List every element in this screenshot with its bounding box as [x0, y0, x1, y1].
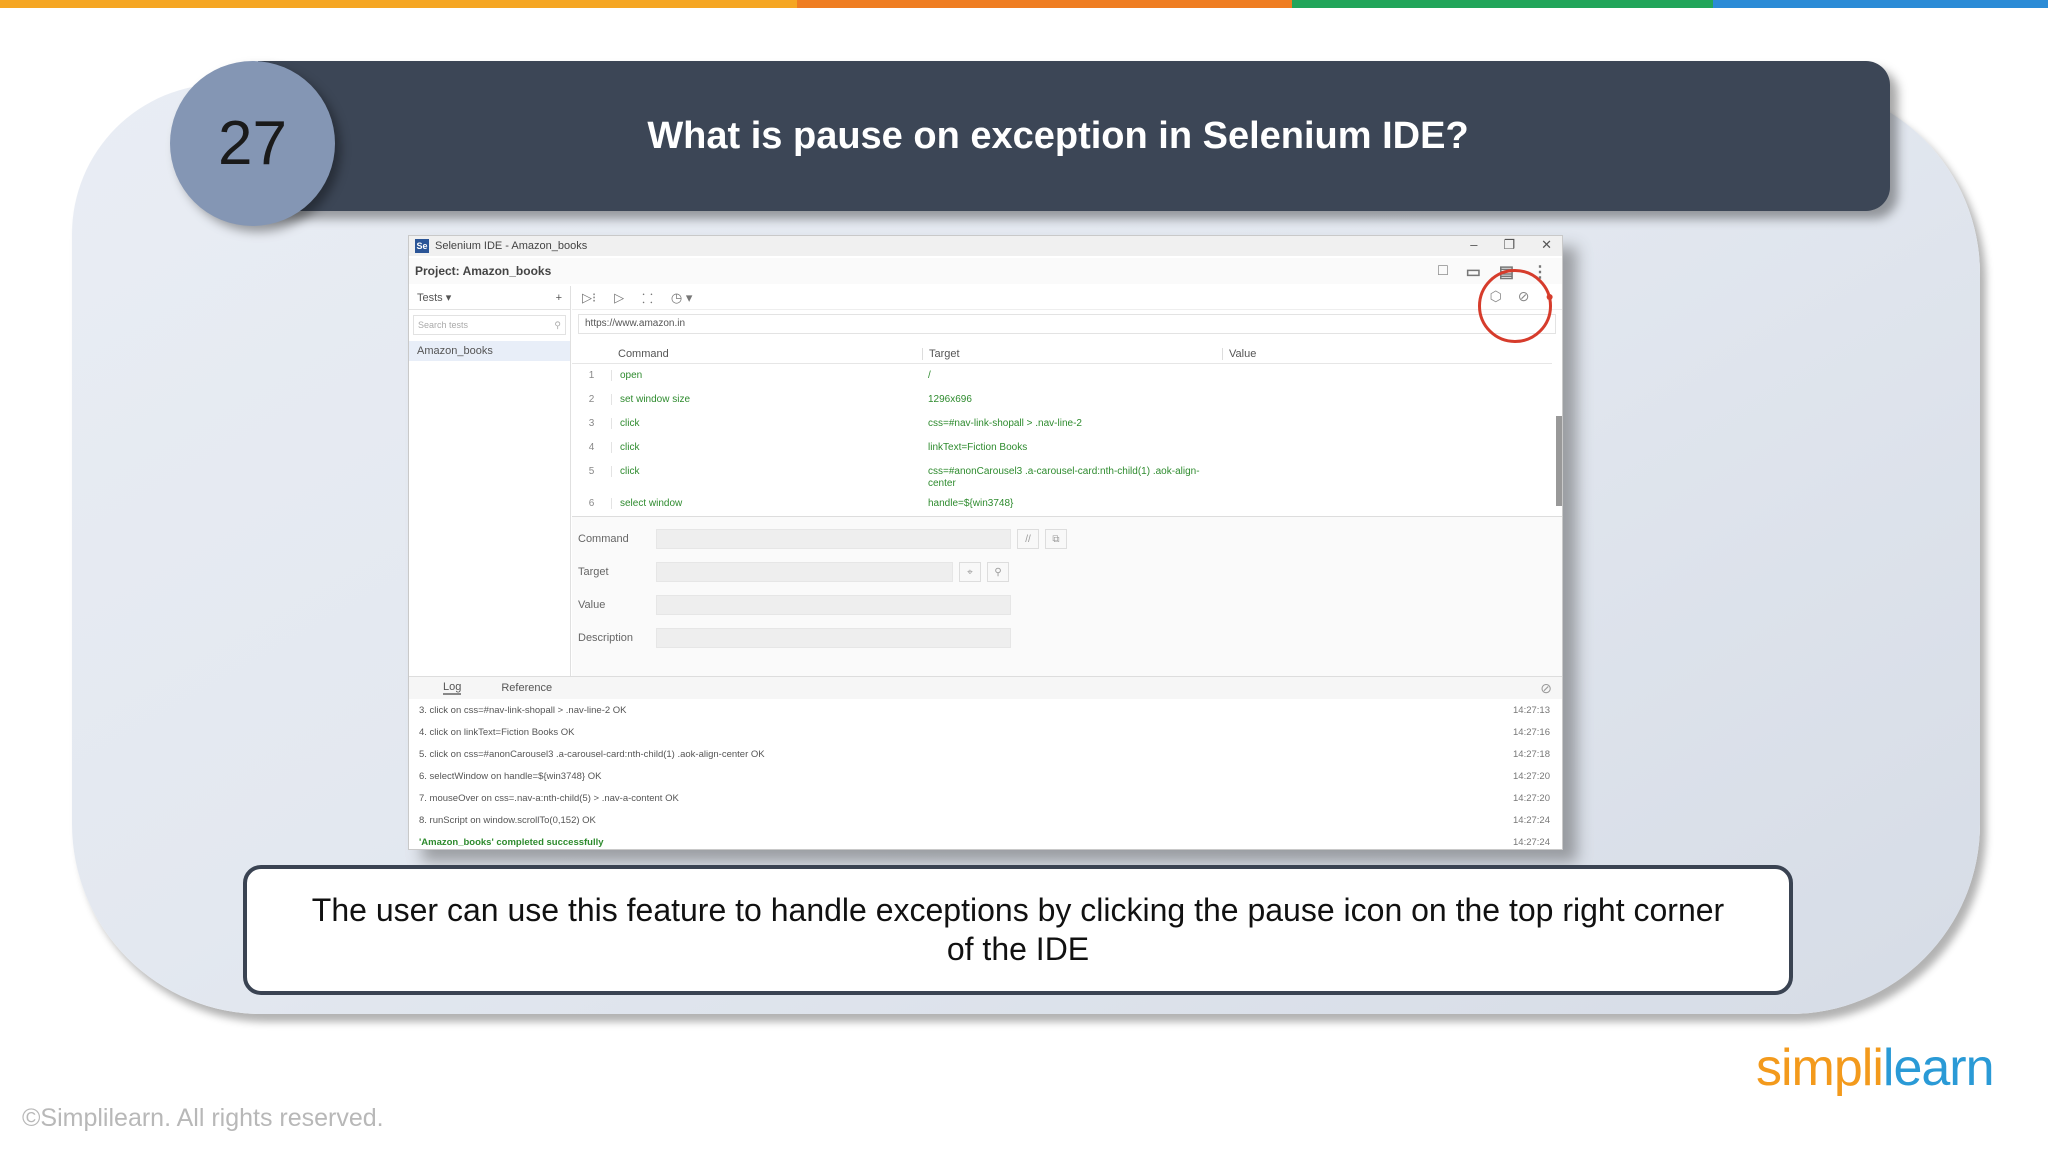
- add-test-icon[interactable]: +: [556, 292, 562, 304]
- open-project-icon[interactable]: ▭: [1466, 262, 1481, 282]
- minimize-icon[interactable]: –: [1470, 237, 1477, 253]
- command-table: Command Target Value 1 open / 2 set wind…: [572, 344, 1552, 516]
- column-command: Command: [618, 347, 669, 360]
- table-row[interactable]: 2 set window size 1296x696: [572, 388, 1552, 412]
- table-row[interactable]: 5 click css=#anonCarousel3 .a-carousel-c…: [572, 460, 1552, 492]
- log-success-entry: 'Amazon_books' completed successfully 14:…: [419, 836, 1550, 848]
- log-entry: 8. runScript on window.scrollTo(0,152) O…: [419, 814, 1550, 826]
- test-item[interactable]: Amazon_books: [409, 341, 570, 361]
- toggle-comment-icon[interactable]: //: [1017, 529, 1039, 549]
- top-color-stripe: [0, 0, 2048, 8]
- open-reference-icon[interactable]: ⧉: [1045, 529, 1067, 549]
- ide-toolbar: ▷⁝ ▷ ⸬ ◷ ▾ ⬡ ⊘ ●: [572, 286, 1562, 310]
- search-icon: ⚲: [554, 319, 561, 330]
- tests-dropdown[interactable]: Tests ▾: [417, 291, 451, 304]
- command-select[interactable]: [656, 529, 1011, 549]
- caption-text: The user can use this feature to handle …: [311, 892, 1725, 967]
- close-icon[interactable]: ✕: [1541, 237, 1552, 253]
- pause-icon-highlight-circle: [1478, 269, 1552, 343]
- log-entry: 3. click on css=#nav-link-shopall > .nav…: [419, 704, 1550, 716]
- log-entry: 4. click on linkText=Fiction Books OK 14:…: [419, 726, 1550, 738]
- selenium-ide-screenshot: Se Selenium IDE - Amazon_books – ❐ ✕ Pro…: [408, 235, 1563, 850]
- step-icon[interactable]: ⸬: [642, 289, 653, 307]
- copyright-text: ©Simplilearn. All rights reserved.: [22, 1104, 384, 1132]
- simplilearn-logo: simplilearn: [1756, 1039, 1995, 1097]
- project-label: Project: Amazon_books: [415, 264, 552, 278]
- description-input[interactable]: [656, 628, 1011, 648]
- project-bar: Project: Amazon_books □ ▭ ▤ ⋮: [409, 258, 1562, 284]
- tab-reference[interactable]: Reference: [501, 682, 552, 694]
- table-scrollbar[interactable]: [1556, 416, 1562, 506]
- run-current-test-icon[interactable]: ▷: [614, 290, 624, 306]
- value-label: Value: [578, 599, 606, 611]
- base-url-input[interactable]: https://www.amazon.in: [578, 314, 1556, 334]
- caption-box: The user can use this feature to handle …: [243, 865, 1793, 995]
- log-entry: 6. selectWindow on handle=${win3748} OK 1…: [419, 770, 1550, 782]
- table-row[interactable]: 1 open /: [572, 364, 1552, 388]
- table-row[interactable]: 4 click linkText=Fiction Books: [572, 436, 1552, 460]
- find-target-icon[interactable]: ⚲: [987, 562, 1009, 582]
- new-project-icon[interactable]: □: [1438, 262, 1448, 282]
- ide-window-title: Selenium IDE - Amazon_books: [435, 240, 588, 252]
- selenium-logo-icon: Se: [415, 239, 429, 253]
- command-editor: Command // ⧉ Target ⌖ ⚲ Value Descriptio…: [572, 516, 1562, 676]
- slide-title: What is pause on exception in Selenium I…: [647, 114, 1469, 157]
- search-tests-input[interactable]: Search tests ⚲: [413, 315, 566, 335]
- tests-sidebar: Tests ▾ + Search tests ⚲ Amazon_books: [409, 286, 571, 676]
- clear-log-icon[interactable]: ⊘: [1540, 680, 1552, 697]
- table-row[interactable]: 3 click css=#nav-link-shopall > .nav-lin…: [572, 412, 1552, 436]
- table-row[interactable]: 6 select window handle=${win3748}: [572, 492, 1552, 516]
- log-entry: 5. click on css=#anonCarousel3 .a-carous…: [419, 748, 1550, 760]
- restore-icon[interactable]: ❐: [1503, 237, 1515, 253]
- target-input[interactable]: [656, 562, 953, 582]
- select-target-icon[interactable]: ⌖: [959, 562, 981, 582]
- command-label: Command: [578, 533, 629, 545]
- target-label: Target: [578, 566, 609, 578]
- run-all-tests-icon[interactable]: ▷⁝: [582, 290, 596, 306]
- log-entry: 7. mouseOver on css=.nav-a:nth-child(5) …: [419, 792, 1550, 804]
- column-value: Value: [1222, 347, 1256, 360]
- log-panel: Log Reference ⊘ 3. click on css=#nav-lin…: [409, 676, 1562, 849]
- column-target: Target: [922, 347, 1222, 360]
- ide-titlebar: Se Selenium IDE - Amazon_books – ❐ ✕: [409, 236, 1562, 256]
- speed-icon[interactable]: ◷ ▾: [671, 290, 692, 306]
- value-input[interactable]: [656, 595, 1011, 615]
- tab-log[interactable]: Log: [443, 681, 462, 695]
- slide-number: 27: [170, 61, 335, 226]
- description-label: Description: [578, 632, 634, 644]
